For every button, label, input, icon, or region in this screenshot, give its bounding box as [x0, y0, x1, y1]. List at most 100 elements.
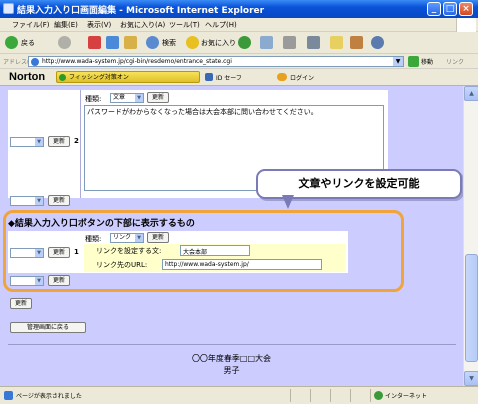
divider — [8, 344, 456, 345]
back-to-admin-button[interactable]: 管理画面に戻る — [10, 322, 86, 333]
status-message: ページが表示されました — [16, 393, 82, 400]
norton-toolbar: Norton フィッシング対策オン ID セーフ ログイン — [0, 69, 478, 86]
link-text-label: リンクを設定する文: — [96, 247, 162, 255]
phishing-protection-button[interactable]: フィッシング対策オン — [56, 71, 200, 83]
internet-zone-icon — [374, 391, 383, 400]
ie-app-icon — [3, 3, 14, 14]
chevron-down-icon: ▼ — [35, 197, 43, 205]
order-select[interactable]: ▼ — [10, 196, 44, 206]
links-button[interactable]: リンク — [446, 57, 464, 66]
kind-select-value: 文章 — [113, 94, 126, 101]
menu-help[interactable]: ヘルプ(H) — [205, 20, 237, 30]
chevron-down-icon: ▼ — [35, 277, 43, 285]
page-loaded-icon — [4, 391, 13, 400]
login-button[interactable]: ログイン — [290, 73, 314, 82]
research-icon[interactable] — [350, 36, 363, 49]
footer-division: 男子 — [223, 366, 240, 375]
toolbar: 戻る 検索 お気に入り — [0, 32, 478, 54]
windows-logo-icon — [456, 18, 476, 32]
order-select[interactable]: ▼ — [10, 137, 44, 147]
id-safe-icon — [205, 73, 213, 81]
check-icon — [59, 74, 66, 81]
kind-select[interactable]: リンク ▼ — [110, 233, 144, 243]
order-update-button[interactable]: 更新 — [48, 247, 70, 258]
column-divider — [80, 90, 81, 198]
kind-update-button[interactable]: 更新 — [147, 92, 169, 103]
menu-edit[interactable]: 編集(E) — [54, 20, 78, 30]
chevron-down-icon: ▼ — [35, 249, 43, 257]
row-number: 1 — [74, 248, 79, 256]
back-arrow-icon[interactable] — [5, 36, 18, 49]
favorites-button[interactable]: お気に入り — [201, 38, 236, 48]
address-input[interactable]: http://www.wada-system.jp/cgi-bin/resdem… — [28, 56, 404, 67]
footer-tournament: 〇〇年度春季□□大会 — [191, 354, 272, 363]
kind-select-value: リンク — [113, 234, 132, 241]
login-icon — [277, 73, 287, 81]
folder-icon[interactable] — [330, 36, 343, 49]
mail-icon[interactable] — [260, 36, 273, 49]
kind-select[interactable]: 文章 ▼ — [110, 93, 144, 103]
home-icon[interactable] — [124, 36, 137, 49]
go-arrow-icon[interactable] — [408, 56, 419, 67]
search-icon[interactable] — [146, 36, 159, 49]
link-url-input[interactable]: http://www.wada-system.jp/ — [162, 259, 322, 270]
status-divider — [350, 389, 351, 402]
favorites-star-icon[interactable] — [186, 36, 199, 49]
maximize-button[interactable]: □ — [443, 2, 457, 16]
edit-icon[interactable] — [307, 36, 320, 49]
order-select[interactable]: ▼ — [10, 276, 44, 286]
kind-update-button[interactable]: 更新 — [147, 232, 169, 243]
status-divider — [290, 389, 291, 402]
status-divider — [370, 389, 371, 402]
messenger-icon[interactable] — [371, 36, 384, 49]
window-title: 結果入力入り口画面編集 - Microsoft Internet Explore… — [17, 6, 265, 16]
stop-icon[interactable] — [88, 36, 101, 49]
order-update-button[interactable]: 更新 — [48, 136, 70, 147]
menu-file[interactable]: ファイル(F) — [12, 20, 50, 30]
menu-bar: ファイル(F) 編集(E) 表示(V) お気に入り(A) ツール(T) ヘルプ(… — [0, 18, 478, 32]
history-icon[interactable] — [238, 36, 251, 49]
kind-label: 種類: — [85, 95, 102, 103]
forward-arrow-icon[interactable] — [58, 36, 71, 49]
id-safe-button[interactable]: ID セーフ — [216, 73, 242, 82]
security-zone: インターネット — [385, 393, 428, 400]
text-content: パスワードがわからなくなった場合は大会本部に問い合わせてください。 — [87, 108, 318, 116]
back-button[interactable]: 戻る — [21, 38, 35, 48]
chevron-down-icon: ▼ — [135, 234, 143, 242]
status-divider — [310, 389, 311, 402]
norton-logo: Norton — [9, 71, 46, 83]
address-url: http://www.wada-system.jp/cgi-bin/resdem… — [42, 58, 232, 65]
callout-tail — [282, 195, 294, 209]
close-button[interactable]: × — [459, 2, 473, 16]
page-icon — [31, 58, 39, 66]
order-update-button[interactable]: 更新 — [48, 275, 70, 286]
row-number: 2 — [74, 137, 79, 145]
link-url-label: リンク先のURL: — [96, 261, 148, 269]
vertical-scrollbar[interactable]: ▲ ▼ — [463, 86, 478, 386]
title-bar: 結果入力入り口画面編集 - Microsoft Internet Explore… — [0, 0, 478, 18]
status-divider — [330, 389, 331, 402]
scroll-thumb[interactable] — [465, 254, 478, 362]
address-bar: アドレス(D) http://www.wada-system.jp/cgi-bi… — [0, 54, 478, 69]
scroll-up-arrow-icon[interactable]: ▲ — [464, 86, 478, 101]
phishing-label: フィッシング対策オン — [69, 74, 129, 81]
section-heading: ◆結果入力入り口ボタンの下部に表示するもの — [8, 219, 195, 229]
search-button[interactable]: 検索 — [162, 38, 176, 48]
scroll-down-arrow-icon[interactable]: ▼ — [464, 371, 478, 386]
status-bar: ページが表示されました インターネット — [0, 386, 478, 404]
chevron-down-icon[interactable]: ▼ — [393, 57, 403, 66]
update-button[interactable]: 更新 — [10, 298, 32, 309]
chevron-down-icon: ▼ — [135, 94, 143, 102]
menu-tools[interactable]: ツール(T) — [169, 20, 200, 30]
link-text-input[interactable]: 大会本部 — [180, 245, 250, 256]
order-update-button[interactable]: 更新 — [48, 195, 70, 206]
minimize-button[interactable]: _ — [427, 2, 441, 16]
chevron-down-icon: ▼ — [35, 138, 43, 146]
refresh-icon[interactable] — [106, 36, 119, 49]
menu-favorites[interactable]: お気に入り(A) — [120, 20, 165, 30]
page-content: 種類: 文章 ▼ 更新 パスワードがわからなくなった場合は大会本部に問い合わせて… — [0, 86, 463, 386]
menu-view[interactable]: 表示(V) — [87, 20, 111, 30]
order-select[interactable]: ▼ — [10, 248, 44, 258]
print-icon[interactable] — [283, 36, 296, 49]
go-button[interactable]: 移動 — [421, 57, 433, 66]
